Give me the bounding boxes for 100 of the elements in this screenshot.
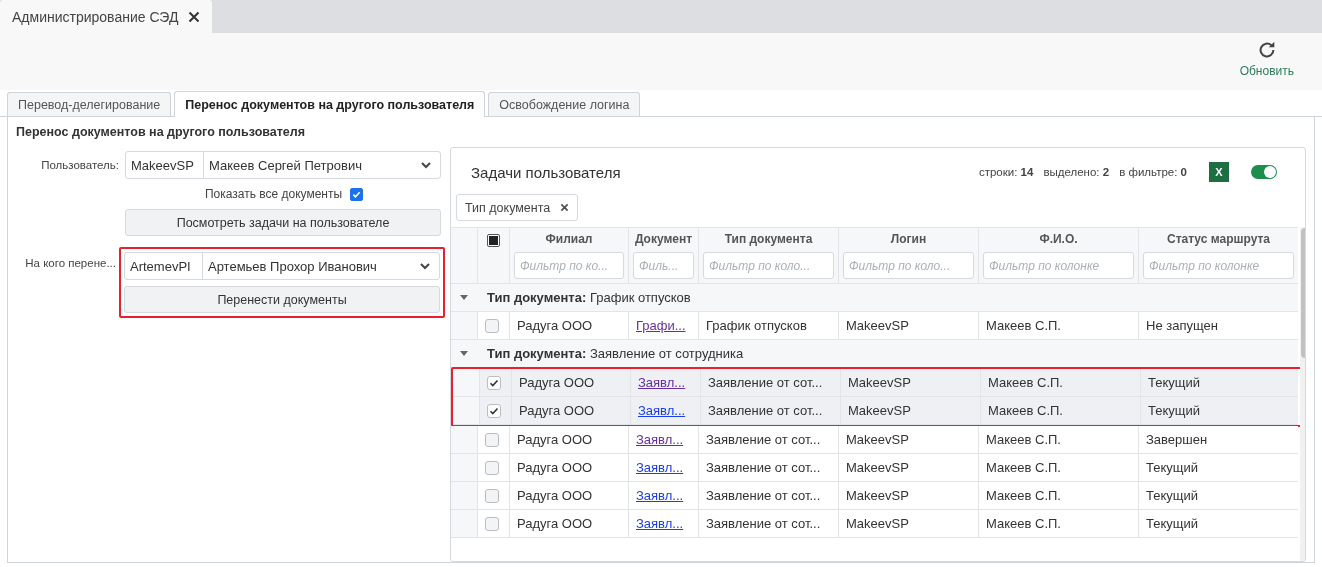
group-row[interactable]: Тип документа: Заявление от сотрудника bbox=[451, 340, 1298, 368]
row-checkbox[interactable] bbox=[485, 432, 499, 447]
toggle-switch[interactable] bbox=[1251, 165, 1277, 179]
tab[interactable]: Перевод-делегирование bbox=[7, 92, 172, 116]
show-all-checkbox[interactable] bbox=[350, 187, 364, 201]
table-cell: Радуга ООО bbox=[509, 482, 628, 509]
table-row[interactable]: Радуга ООО Графи... График отпусков MakeevSP Макеев С.П. Не запущен bbox=[451, 312, 1298, 340]
refresh-button[interactable]: Обновить bbox=[1239, 33, 1294, 90]
table-cell: Макеев С.П. bbox=[978, 510, 1138, 537]
row-checkbox[interactable] bbox=[485, 460, 499, 475]
target-user-select[interactable]: ArtemevPI Артемьев Прохор Иванович bbox=[124, 252, 440, 280]
row-checkbox[interactable] bbox=[487, 403, 501, 418]
table-cell: Заявление от сот... bbox=[698, 510, 838, 537]
table-cell: MakeevSP bbox=[838, 482, 978, 509]
close-icon[interactable] bbox=[560, 203, 570, 212]
field-label: На кого перене... bbox=[24, 257, 116, 269]
excel-export-button[interactable]: X bbox=[1209, 162, 1229, 182]
table-cell: Макеев С.П. bbox=[978, 482, 1138, 509]
group-title: Тип документа: Заявление от сотрудника bbox=[487, 346, 744, 361]
view-tasks-button[interactable]: Посмотреть задачи на пользователе bbox=[125, 209, 441, 236]
filter-input[interactable]: Фильтр по колонке bbox=[983, 252, 1134, 279]
table-cell: График отпусков bbox=[698, 312, 838, 339]
column-header[interactable]: Ф.И.О. bbox=[1039, 232, 1078, 246]
table-row[interactable]: Радуга ООО Заявл... Заявление от сот... MakeevSP Макеев С.П. Текущий bbox=[451, 482, 1298, 510]
table-cell: Радуга ООО bbox=[509, 510, 628, 537]
table-cell: Радуга ООО bbox=[511, 397, 630, 424]
column-header[interactable]: Логин bbox=[890, 232, 927, 246]
table-cell: Макеев С.П. bbox=[980, 369, 1140, 396]
filter-input[interactable]: Фильтр по коло... bbox=[703, 252, 834, 279]
document-link[interactable]: Заявл... bbox=[638, 403, 686, 418]
table-row[interactable]: Радуга ООО Заявл... Заявление от сот... MakeevSP Макеев С.П. Завершен bbox=[451, 426, 1298, 454]
check-icon bbox=[489, 377, 499, 388]
document-link[interactable]: Заявл... bbox=[636, 516, 684, 531]
select-all-checkbox[interactable] bbox=[487, 234, 500, 247]
filter-input[interactable]: Фильтр по коло... bbox=[843, 252, 974, 279]
table-cell: Макеев С.П. bbox=[978, 426, 1138, 453]
filter-input[interactable]: Фильтр по ко... bbox=[514, 252, 624, 279]
table-row[interactable]: Радуга ООО Заявл... Заявление от сот... MakeevSP Макеев С.П. Текущий bbox=[451, 454, 1298, 482]
table-cell: Макеев С.П. bbox=[978, 454, 1138, 481]
tab[interactable]: Освобождение логина bbox=[488, 92, 641, 116]
column-header[interactable]: Документ bbox=[634, 232, 693, 246]
document-link[interactable]: Заявл... bbox=[636, 460, 684, 475]
column-header[interactable]: Филиал bbox=[545, 232, 593, 246]
table-cell: MakeevSP bbox=[840, 397, 980, 424]
tab[interactable]: Перенос документов на другого пользователя bbox=[174, 91, 486, 117]
group-row[interactable]: Тип документа: График отпусков bbox=[451, 284, 1298, 312]
table-cell: Не запущен bbox=[1138, 312, 1298, 339]
chevron-down-icon bbox=[420, 159, 432, 171]
table-cell: Текущий bbox=[1138, 510, 1298, 537]
row-checkbox[interactable] bbox=[485, 488, 499, 503]
group-chip[interactable]: Тип документа bbox=[456, 194, 579, 221]
table-cell: Текущий bbox=[1138, 482, 1298, 509]
table-cell: MakeevSP bbox=[838, 510, 978, 537]
table-cell: Заявление от сот... bbox=[700, 369, 840, 396]
table-cell: Заявление от сот... bbox=[698, 454, 838, 481]
stat-text: в фильтре: 0 bbox=[1119, 166, 1187, 178]
table-cell: Заявление от сот... bbox=[700, 397, 840, 424]
table-cell: MakeevSP bbox=[838, 426, 978, 453]
table-cell: Радуга ООО bbox=[511, 369, 630, 396]
column-header[interactable]: Статус маршрута bbox=[1166, 232, 1270, 246]
filter-input[interactable]: Фильтр по колонке bbox=[1143, 252, 1294, 279]
check-icon bbox=[489, 405, 499, 416]
chip-label: Тип документа bbox=[465, 200, 551, 215]
table-cell: Текущий bbox=[1138, 454, 1298, 481]
table-row[interactable]: Радуга ООО Заявл... Заявление от сот... MakeevSP Макеев С.П. Текущий bbox=[453, 397, 1298, 425]
document-link[interactable]: Заявл... bbox=[636, 488, 684, 503]
group-title: Тип документа: График отпусков bbox=[487, 290, 691, 305]
column-header[interactable]: Тип документа bbox=[724, 232, 813, 246]
table-cell: MakeevSP bbox=[840, 369, 980, 396]
table-row[interactable]: Радуга ООО Заявл... Заявление от сот... MakeevSP Макеев С.П. Текущий bbox=[453, 369, 1298, 397]
row-checkbox[interactable] bbox=[487, 375, 501, 390]
app-tab-title: Администрирование СЭД bbox=[12, 8, 179, 25]
table-cell: Макеев С.П. bbox=[978, 312, 1138, 339]
table-cell: MakeevSP bbox=[838, 312, 978, 339]
transfer-button[interactable]: Перенести документы bbox=[124, 286, 440, 313]
table-cell: Радуга ООО bbox=[509, 312, 628, 339]
table-cell: Макеев С.П. bbox=[980, 397, 1140, 424]
document-link[interactable]: Заявл... bbox=[638, 375, 686, 390]
app-tab[interactable]: Администрирование СЭД bbox=[0, 0, 213, 33]
row-checkbox[interactable] bbox=[485, 516, 499, 531]
row-checkbox[interactable] bbox=[485, 318, 499, 333]
table-cell: MakeevSP bbox=[838, 454, 978, 481]
checkbox-label: Показать все документы bbox=[204, 187, 343, 201]
document-link[interactable]: Графи... bbox=[636, 318, 686, 333]
table-cell: Радуга ООО bbox=[509, 426, 628, 453]
stat-text: строки: 14 bbox=[978, 166, 1034, 178]
table-cell: Заявление от сот... bbox=[698, 426, 838, 453]
field-label: Пользователь: bbox=[40, 159, 119, 171]
document-link[interactable]: Заявл... bbox=[636, 432, 684, 447]
section-title: Перенос документов на другого пользователя bbox=[16, 125, 307, 139]
table-row[interactable]: Радуга ООО Заявл... Заявление от сот... MakeevSP Макеев С.П. Текущий bbox=[451, 510, 1298, 538]
filter-input[interactable]: Филь... bbox=[633, 252, 694, 279]
table-cell: Завершен bbox=[1138, 426, 1298, 453]
table-cell: Радуга ООО bbox=[509, 454, 628, 481]
close-icon[interactable] bbox=[188, 10, 201, 23]
user-select[interactable]: MakeevSP Макеев Сергей Петрович bbox=[125, 151, 441, 179]
chevron-down-icon bbox=[419, 260, 431, 272]
table-cell: Заявление от сот... bbox=[698, 482, 838, 509]
check-icon bbox=[352, 189, 362, 199]
panel-title: Задачи пользователя bbox=[471, 163, 622, 181]
